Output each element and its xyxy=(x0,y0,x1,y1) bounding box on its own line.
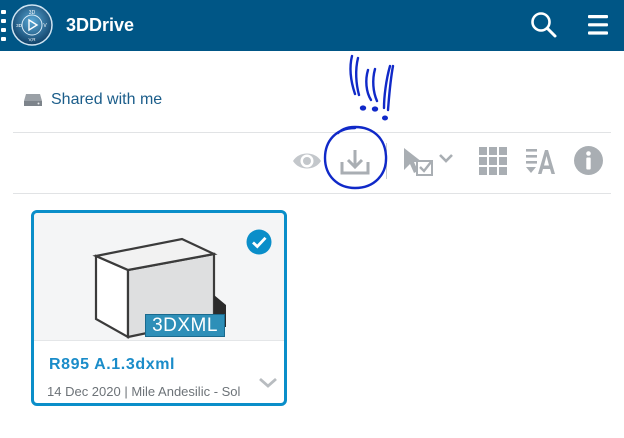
download-button[interactable] xyxy=(337,146,373,178)
download-icon xyxy=(340,150,370,175)
app-window: 3D 3D V V,R 3DDrive Shared with me 3DXML… xyxy=(0,0,624,438)
app-title: 3DDrive xyxy=(66,15,135,35)
top-bar: 3D 3D V V,R 3DDrive xyxy=(0,0,624,51)
file-thumbnail: 3DXML xyxy=(34,213,284,341)
checkmark-selected-icon[interactable] xyxy=(246,229,272,255)
preview-button[interactable] xyxy=(291,148,323,174)
grid-view-button[interactable] xyxy=(478,146,508,176)
exclamation-mark-stroke xyxy=(349,54,357,96)
file-tile[interactable]: 3DXML R895 A.1.3dxml 14 Dec 2020 | Mile … xyxy=(31,210,287,406)
select-cursor-icon xyxy=(404,148,453,176)
drive-icon xyxy=(24,94,42,106)
divider xyxy=(13,193,611,194)
menu-button[interactable] xyxy=(586,10,616,40)
file-type-badge: 3DXML xyxy=(145,314,225,337)
sort-button[interactable] xyxy=(524,146,556,176)
eye-icon xyxy=(293,153,321,169)
sort-icon xyxy=(526,149,555,174)
info-icon xyxy=(574,146,603,175)
hamburger-menu-icon xyxy=(588,15,608,35)
logo-text-left: 3D xyxy=(16,23,23,28)
search-icon xyxy=(531,12,557,38)
panel-grip-handle[interactable] xyxy=(0,10,7,42)
location-label[interactable]: Shared with me xyxy=(51,90,162,110)
logo-text-bottom: V,R xyxy=(28,37,36,42)
chevron-down-icon[interactable] xyxy=(257,376,279,390)
app-logo-icon[interactable]: 3D 3D V V,R xyxy=(11,4,53,46)
search-button[interactable] xyxy=(529,10,559,40)
file-meta: 14 Dec 2020 | Mile Andesilic - Sol xyxy=(47,384,241,399)
grid-view-icon xyxy=(479,147,507,175)
info-button[interactable] xyxy=(573,145,604,176)
logo-text-top: 3D xyxy=(29,10,36,16)
file-name[interactable]: R895 A.1.3dxml xyxy=(49,355,175,375)
selection-mode-dropdown[interactable] xyxy=(401,144,457,178)
divider xyxy=(13,132,611,133)
toolbar-separator xyxy=(386,143,387,179)
